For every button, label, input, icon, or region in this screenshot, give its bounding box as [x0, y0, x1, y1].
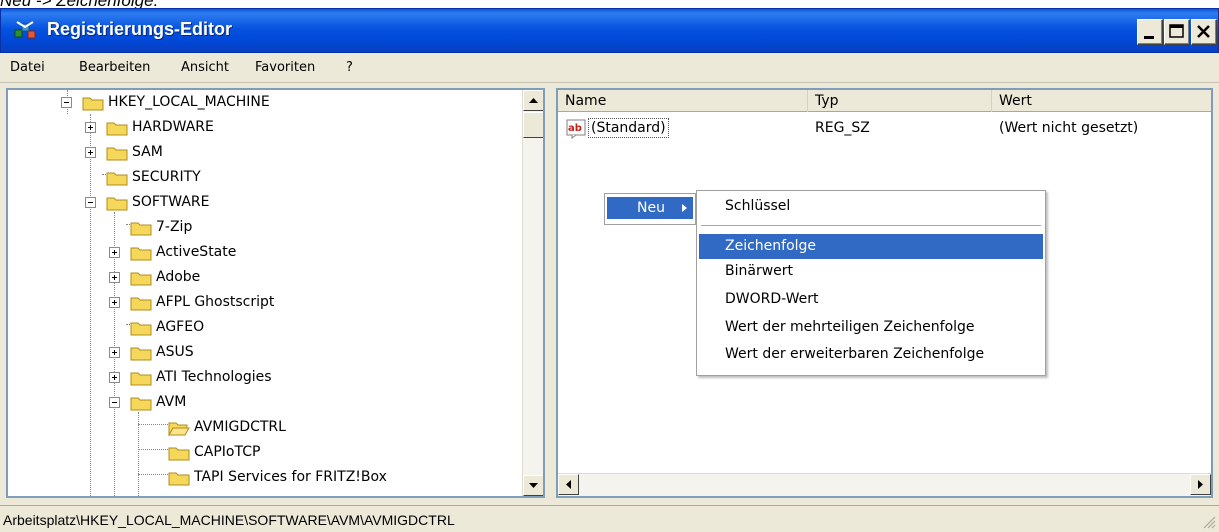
status-path: Arbeitsplatz\HKEY_LOCAL_MACHINE\SOFTWARE…: [3, 512, 455, 528]
scroll-up-button[interactable]: [523, 90, 543, 111]
value-type: REG_SZ: [815, 120, 870, 136]
collapse-icon[interactable]: [109, 397, 120, 408]
folder-icon: [106, 122, 128, 136]
value-name: (Standard): [588, 118, 669, 138]
maximize-icon: [1169, 24, 1184, 38]
folder-icon: [130, 222, 152, 236]
list-header: Name Typ Wert: [558, 90, 1211, 112]
column-header-typ[interactable]: Typ: [808, 90, 992, 112]
tree-item-avm[interactable]: AVM: [8, 390, 518, 415]
folder-icon: [130, 322, 152, 336]
folder-icon: [106, 147, 128, 161]
menu-ansicht[interactable]: Ansicht: [181, 60, 229, 75]
menu-favoriten[interactable]: Favoriten: [255, 60, 315, 75]
menu-bar: Datei Bearbeiten Ansicht Favoriten ?: [0, 53, 1219, 83]
tree-item-activestate[interactable]: ActiveState: [8, 240, 518, 265]
scroll-left-button[interactable]: [558, 474, 579, 495]
tree-item-ati-technologies[interactable]: ATI Technologies: [8, 365, 518, 390]
expand-icon[interactable]: [109, 347, 120, 358]
scroll-down-button[interactable]: [523, 475, 543, 496]
menu-datei[interactable]: Datei: [10, 60, 45, 75]
submenu-item-mehrteilige-zeichenfolge[interactable]: Wert der mehrteiligen Zeichenfolge: [699, 315, 1043, 340]
tree-item-software[interactable]: SOFTWARE: [8, 190, 518, 215]
tree-item-agfeo[interactable]: AGFEO: [8, 315, 518, 340]
collapse-icon[interactable]: [61, 97, 72, 108]
menu-bearbeiten[interactable]: Bearbeiten: [79, 60, 150, 75]
expand-icon[interactable]: [109, 247, 120, 258]
submenu-item-zeichenfolge[interactable]: Zeichenfolge: [699, 234, 1043, 259]
tree-item-hkey-local-machine[interactable]: HKEY_LOCAL_MACHINE: [8, 90, 518, 115]
folder-icon: [130, 247, 152, 261]
folder-icon: [130, 347, 152, 361]
context-menu: Neu: [604, 193, 696, 225]
submenu-item-schluessel[interactable]: Schlüssel: [699, 194, 1043, 219]
tree-item-tapi-services[interactable]: TAPI Services for FRITZ!Box: [8, 465, 518, 490]
collapse-icon[interactable]: [85, 197, 96, 208]
menu-separator: [701, 225, 1041, 226]
arrow-up-icon: [529, 98, 538, 103]
expand-icon[interactable]: [85, 147, 96, 158]
menu-item-neu[interactable]: Neu: [607, 197, 693, 219]
submenu-item-dword-wert[interactable]: DWORD-Wert: [699, 287, 1043, 312]
submenu-item-binaerwert[interactable]: Binärwert: [699, 259, 1043, 284]
folder-icon: [130, 372, 152, 386]
new-submenu: Schlüssel Zeichenfolge Binärwert DWORD-W…: [696, 190, 1046, 376]
folder-icon: [130, 297, 152, 311]
folder-icon: [168, 472, 190, 486]
folder-icon: [130, 272, 152, 286]
folder-icon: [106, 172, 128, 186]
value-data: (Wert nicht gesetzt): [999, 120, 1139, 136]
title-bar[interactable]: Registrierungs-Editor: [0, 8, 1219, 53]
open-folder-icon: [168, 422, 190, 436]
key-tree-pane[interactable]: HKEY_LOCAL_MACHINE HARDWARE SAM SECURITY…: [6, 88, 545, 498]
tree-item-capiotcp[interactable]: CAPIoTCP: [8, 440, 518, 465]
close-button[interactable]: [1191, 19, 1217, 45]
list-horizontal-scrollbar[interactable]: [558, 473, 1211, 496]
expand-icon[interactable]: [109, 297, 120, 308]
scroll-thumb[interactable]: [523, 112, 543, 138]
folder-icon: [82, 97, 104, 111]
tree-item-security[interactable]: SECURITY: [8, 165, 518, 190]
close-icon: [1197, 25, 1210, 38]
folder-icon: [106, 197, 128, 211]
expand-icon[interactable]: [85, 122, 96, 133]
tree-item-avmigdctrl[interactable]: AVMIGDCTRL: [8, 415, 518, 440]
tree-item-adobe[interactable]: Adobe: [8, 265, 518, 290]
minimize-button[interactable]: [1137, 19, 1163, 45]
scroll-right-button[interactable]: [1190, 474, 1211, 495]
arrow-down-icon: [529, 483, 538, 488]
resize-grip-icon[interactable]: [1202, 515, 1216, 529]
arrow-right-icon: [1198, 480, 1203, 489]
regedit-icon: [14, 21, 36, 39]
minimize-icon: [1144, 36, 1154, 39]
tree-item-afpl-ghostscript[interactable]: AFPL Ghostscript: [8, 290, 518, 315]
arrow-left-icon: [566, 480, 571, 489]
string-value-icon: ab: [566, 119, 586, 139]
menu-item-neu-label: Neu: [637, 200, 665, 216]
window-title: Registrierungs-Editor: [47, 19, 233, 39]
submenu-arrow-icon: [682, 204, 687, 212]
column-header-name[interactable]: Name: [558, 90, 808, 112]
status-bar: Arbeitsplatz\HKEY_LOCAL_MACHINE\SOFTWARE…: [0, 505, 1219, 532]
tree-vertical-scrollbar[interactable]: [522, 90, 543, 496]
folder-icon: [168, 447, 190, 461]
submenu-item-erweiterbare-zeichenfolge[interactable]: Wert der erweiterbaren Zeichenfolge: [699, 342, 1043, 367]
tree-item-7zip[interactable]: 7-Zip: [8, 215, 518, 240]
maximize-button[interactable]: [1164, 19, 1190, 45]
column-header-wert[interactable]: Wert: [992, 90, 1211, 112]
svg-text:ab: ab: [568, 123, 582, 134]
folder-icon: [130, 397, 152, 411]
expand-icon[interactable]: [109, 272, 120, 283]
tree-item-hardware[interactable]: HARDWARE: [8, 115, 518, 140]
menu-help[interactable]: ?: [346, 60, 353, 75]
tree-item-asus[interactable]: ASUS: [8, 340, 518, 365]
tree-item-sam[interactable]: SAM: [8, 140, 518, 165]
expand-icon[interactable]: [109, 372, 120, 383]
